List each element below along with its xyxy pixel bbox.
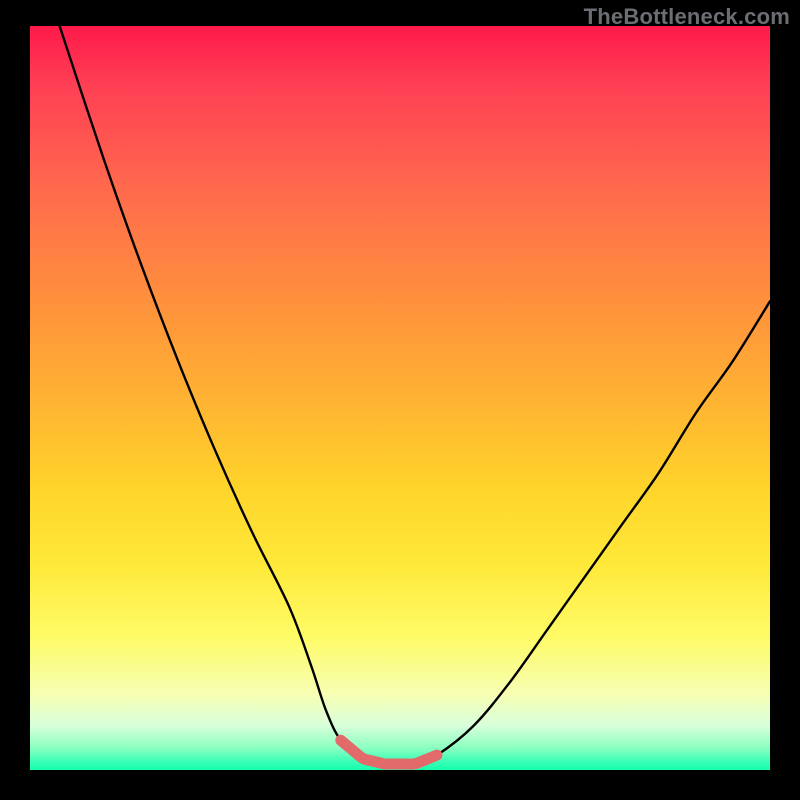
plot-area [30,26,770,770]
chart-frame: TheBottleneck.com [0,0,800,800]
watermark-text: TheBottleneck.com [584,4,790,30]
highlight-svg [30,26,770,770]
highlight-range-path [341,740,437,764]
